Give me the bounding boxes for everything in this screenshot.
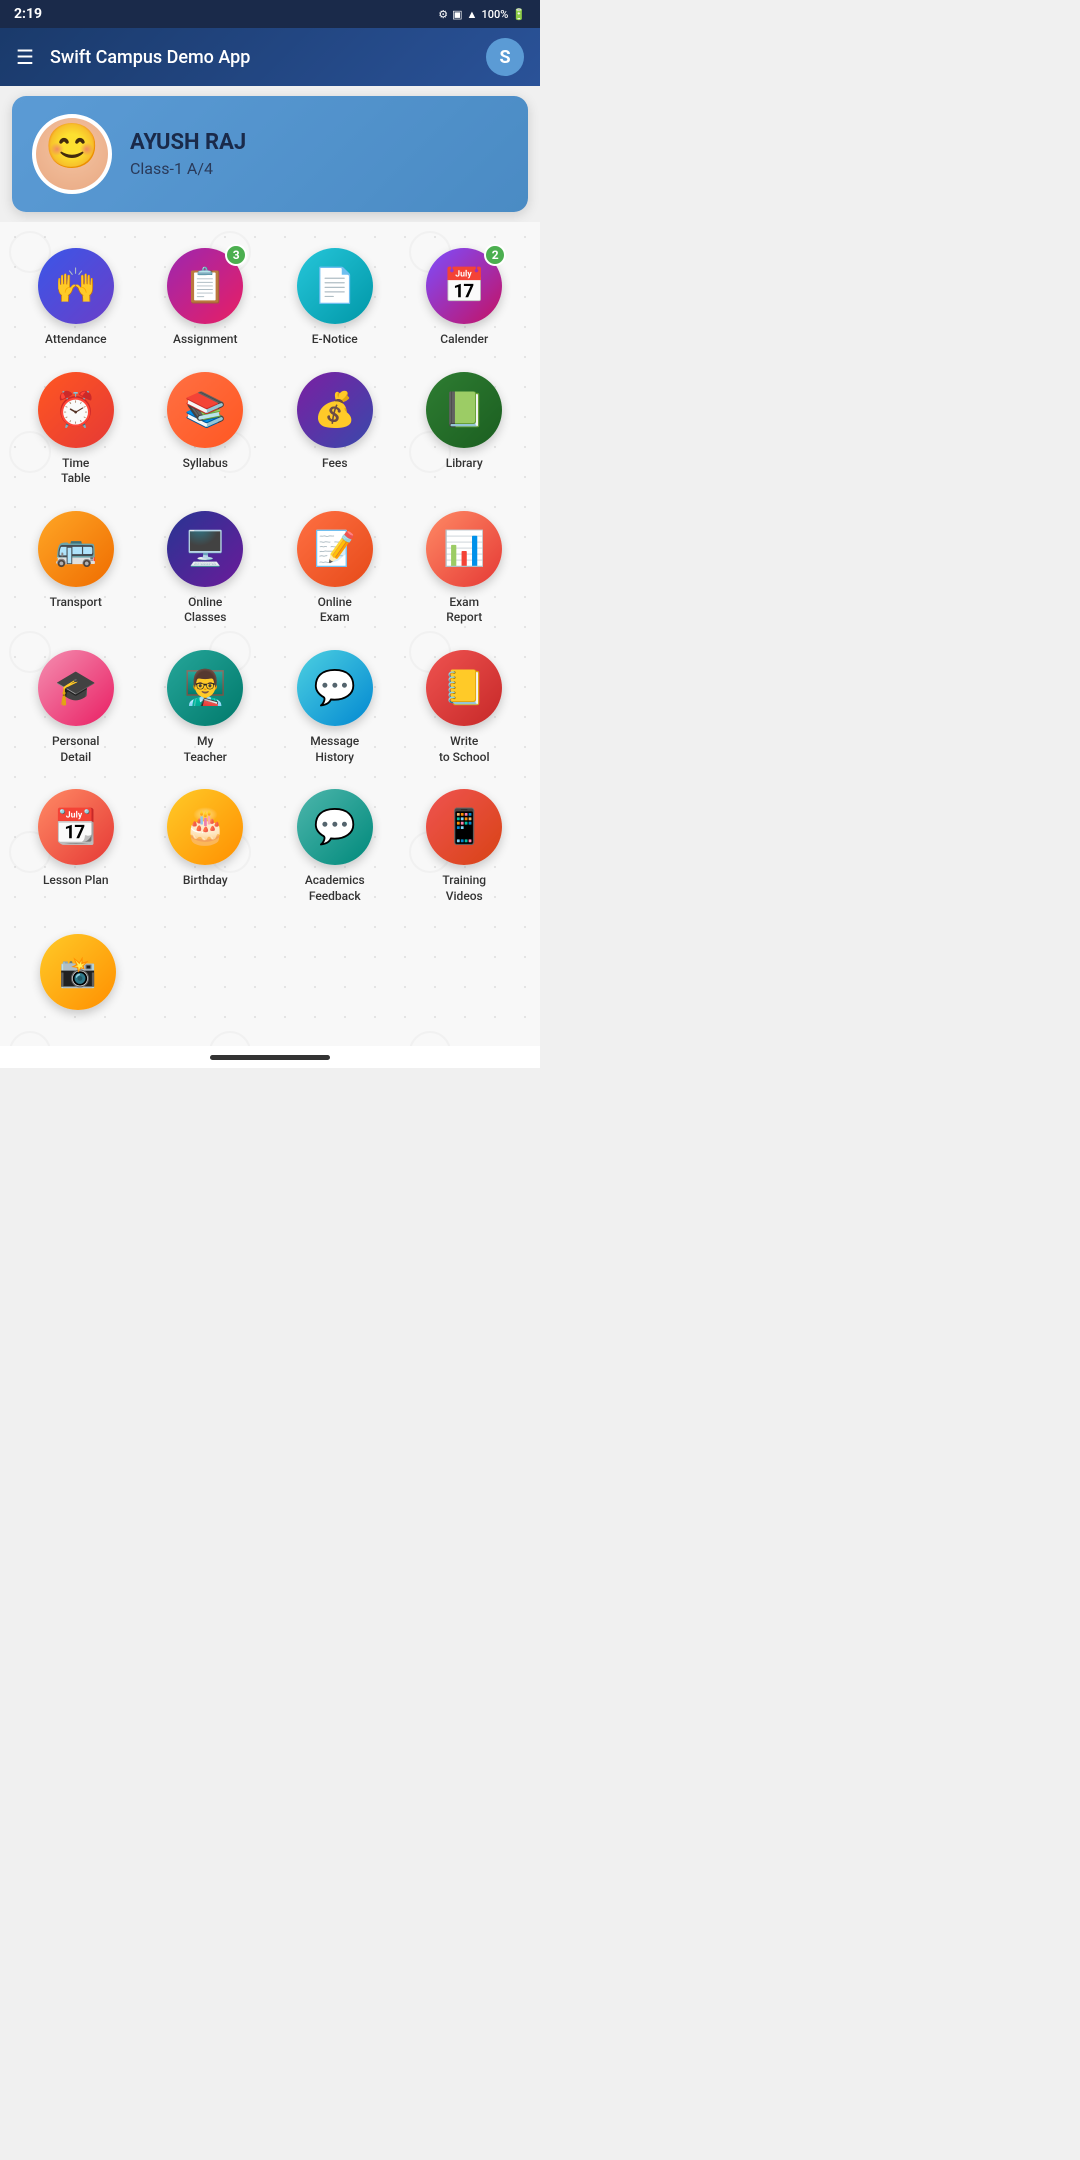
- grid-item-write-to-school[interactable]: 📒 Writeto School: [403, 640, 527, 773]
- grid-item-birthday[interactable]: 🎂 Birthday: [144, 779, 268, 912]
- icon-exam-report: 📊: [426, 511, 502, 587]
- icon-library: 📗: [426, 372, 502, 448]
- label-academics-feedback: AcademicsFeedback: [305, 873, 365, 904]
- battery-icon: 🔋: [512, 8, 526, 21]
- grid-item-online-exam[interactable]: 📝 OnlineExam: [273, 501, 397, 634]
- grid-item-exam-report[interactable]: 📊 ExamReport: [403, 501, 527, 634]
- grid-item-transport[interactable]: 🚌 Transport: [14, 501, 138, 634]
- icon-transport: 🚌: [38, 511, 114, 587]
- profile-class: Class-1 A/4: [130, 159, 246, 178]
- icon-my-teacher: 👨‍🏫: [167, 650, 243, 726]
- avatar-label: S: [499, 47, 510, 68]
- grid-item-time-table[interactable]: ⏰ TimeTable: [14, 362, 138, 495]
- home-indicator: [210, 1055, 330, 1060]
- grid-item-attendance[interactable]: 🙌 Attendance: [14, 238, 138, 356]
- icon-calender: 📅 2: [426, 248, 502, 324]
- label-e-notice: E-Notice: [312, 332, 358, 348]
- grid-item-partial[interactable]: 📸: [14, 924, 142, 1026]
- icon-birthday: 🎂: [167, 789, 243, 865]
- label-fees: Fees: [322, 456, 348, 472]
- badge-calender: 2: [484, 244, 506, 266]
- grid-item-academics-feedback[interactable]: 💬 AcademicsFeedback: [273, 779, 397, 912]
- avatar-image: [36, 118, 108, 190]
- profile-info: AYUSH RAJ Class-1 A/4: [130, 130, 246, 178]
- grid-item-fees[interactable]: 💰 Fees: [273, 362, 397, 495]
- icon-online-exam: 📝: [297, 511, 373, 587]
- label-personal-detail: PersonalDetail: [52, 734, 99, 765]
- grid-item-training-videos[interactable]: 📱 TrainingVideos: [403, 779, 527, 912]
- status-icons: ⚙ ▣ ▲ 100% 🔋: [438, 8, 526, 21]
- label-syllabus: Syllabus: [183, 456, 228, 472]
- grid-item-online-classes[interactable]: 🖥️ OnlineClasses: [144, 501, 268, 634]
- status-time: 2:19: [14, 6, 42, 22]
- partial-icon: 📸: [40, 934, 116, 1010]
- icon-syllabus: 📚: [167, 372, 243, 448]
- icon-write-to-school: 📒: [426, 650, 502, 726]
- label-exam-report: ExamReport: [446, 595, 482, 626]
- app-header: ☰ Swift Campus Demo App S: [0, 28, 540, 86]
- label-calender: Calender: [440, 332, 488, 348]
- icon-message-history: 💬: [297, 650, 373, 726]
- label-assignment: Assignment: [173, 332, 237, 348]
- grid-item-my-teacher[interactable]: 👨‍🏫 MyTeacher: [144, 640, 268, 773]
- grid-item-library[interactable]: 📗 Library: [403, 362, 527, 495]
- main-content: 🙌 Attendance 📋 3 Assignment 📄 E-Notice 📅…: [0, 222, 540, 1046]
- feature-grid: 🙌 Attendance 📋 3 Assignment 📄 E-Notice 📅…: [8, 232, 532, 918]
- menu-icon[interactable]: ☰: [16, 45, 34, 69]
- wifi-icon: ▣: [452, 8, 462, 21]
- icon-assignment: 📋 3: [167, 248, 243, 324]
- grid-item-calender[interactable]: 📅 2 Calender: [403, 238, 527, 356]
- label-write-to-school: Writeto School: [439, 734, 490, 765]
- status-bar: 2:19 ⚙ ▣ ▲ 100% 🔋: [0, 0, 540, 28]
- badge-assignment: 3: [225, 244, 247, 266]
- profile-card: AYUSH RAJ Class-1 A/4: [12, 96, 528, 212]
- grid-item-assignment[interactable]: 📋 3 Assignment: [144, 238, 268, 356]
- grid-item-message-history[interactable]: 💬 MessageHistory: [273, 640, 397, 773]
- label-lesson-plan: Lesson Plan: [43, 873, 109, 889]
- icon-fees: 💰: [297, 372, 373, 448]
- icon-lesson-plan: 📆: [38, 789, 114, 865]
- label-time-table: TimeTable: [61, 456, 90, 487]
- grid-item-syllabus[interactable]: 📚 Syllabus: [144, 362, 268, 495]
- profile-name: AYUSH RAJ: [130, 130, 246, 155]
- label-online-exam: OnlineExam: [318, 595, 352, 626]
- icon-training-videos: 📱: [426, 789, 502, 865]
- app-title: Swift Campus Demo App: [50, 47, 486, 68]
- label-message-history: MessageHistory: [310, 734, 359, 765]
- slack-icon: ⚙: [438, 8, 448, 21]
- grid-item-personal-detail[interactable]: 🎓 PersonalDetail: [14, 640, 138, 773]
- bottom-bar: [0, 1046, 540, 1068]
- avatar: [32, 114, 112, 194]
- profile-avatar-button[interactable]: S: [486, 38, 524, 76]
- label-transport: Transport: [50, 595, 102, 611]
- label-library: Library: [446, 456, 483, 472]
- label-online-classes: OnlineClasses: [184, 595, 226, 626]
- label-my-teacher: MyTeacher: [184, 734, 227, 765]
- label-training-videos: TrainingVideos: [442, 873, 486, 904]
- icon-time-table: ⏰: [38, 372, 114, 448]
- icon-e-notice: 📄: [297, 248, 373, 324]
- grid-item-e-notice[interactable]: 📄 E-Notice: [273, 238, 397, 356]
- icon-academics-feedback: 💬: [297, 789, 373, 865]
- icon-online-classes: 🖥️: [167, 511, 243, 587]
- icon-personal-detail: 🎓: [38, 650, 114, 726]
- signal-icon: ▲: [467, 8, 478, 21]
- icon-attendance: 🙌: [38, 248, 114, 324]
- battery-text: 100%: [481, 8, 508, 21]
- label-birthday: Birthday: [183, 873, 228, 889]
- grid-item-lesson-plan[interactable]: 📆 Lesson Plan: [14, 779, 138, 912]
- label-attendance: Attendance: [45, 332, 107, 348]
